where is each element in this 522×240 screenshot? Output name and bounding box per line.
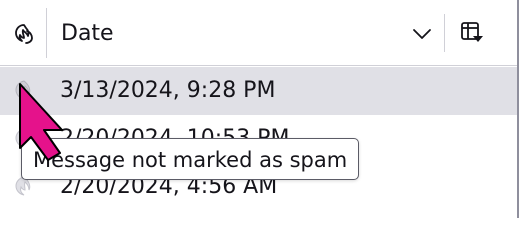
column-picker-icon[interactable] bbox=[459, 20, 485, 46]
column-divider[interactable] bbox=[444, 14, 445, 52]
date-column-label: Date bbox=[61, 21, 114, 46]
junk-status-tooltip: Message not marked as spam bbox=[21, 138, 360, 180]
junk-status-icon bbox=[15, 24, 33, 44]
chevron-down-icon[interactable] bbox=[410, 22, 434, 46]
date-column-header[interactable]: Date bbox=[47, 0, 447, 66]
message-date: 3/13/2024, 9:28 PM bbox=[60, 78, 276, 103]
message-list-pane: Date 3/13/2024, 9:28 PM 2/20/2024, 10:53… bbox=[0, 0, 519, 218]
junk-status-icon[interactable] bbox=[11, 78, 37, 104]
column-header-bar: Date bbox=[0, 0, 517, 66]
message-row[interactable]: 3/13/2024, 9:28 PM bbox=[0, 67, 517, 115]
junk-status-column-header[interactable] bbox=[0, 0, 46, 66]
